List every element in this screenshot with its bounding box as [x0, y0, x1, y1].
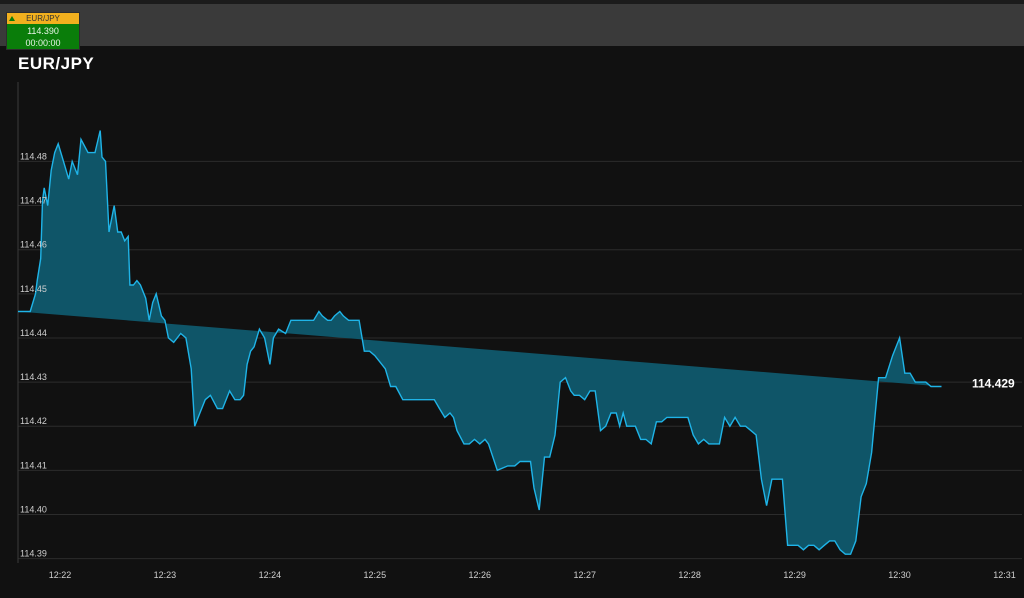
y-tick-label: 114.42 — [20, 416, 47, 426]
x-tick-label: 12:23 — [154, 570, 177, 580]
price-area-fill — [18, 130, 942, 555]
chart-grid — [17, 82, 1022, 563]
y-tick-label: 114.45 — [20, 284, 47, 294]
x-tick-label: 12:28 — [678, 570, 701, 580]
y-tick-label: 114.41 — [20, 460, 47, 470]
x-tick-label: 12:29 — [783, 570, 806, 580]
x-tick-label: 12:25 — [364, 570, 387, 580]
y-tick-label: 114.46 — [20, 240, 47, 250]
x-tick-label: 12:24 — [259, 570, 282, 580]
x-tick-label: 12:31 — [993, 570, 1016, 580]
x-tick-label: 12:27 — [573, 570, 596, 580]
y-tick-label: 114.40 — [20, 504, 47, 514]
price-chart[interactable]: 114.39 114.40 114.41 114.42 114.43 114.44 114.… — [0, 0, 1024, 598]
x-tick-label: 12:26 — [469, 570, 492, 580]
x-tick-label: 12:30 — [888, 570, 911, 580]
y-tick-label: 114.47 — [20, 196, 47, 206]
y-tick-label: 114.39 — [20, 549, 47, 559]
x-tick-label: 12:22 — [49, 570, 72, 580]
y-tick-label: 114.48 — [20, 151, 47, 161]
y-tick-label: 114.43 — [20, 372, 47, 382]
x-axis-ticks: 12:22 12:23 12:24 12:25 12:26 12:27 12:28 12:29… — [49, 570, 1016, 580]
last-price-label: 114.429 — [972, 376, 1015, 390]
y-tick-label: 114.44 — [20, 328, 47, 338]
